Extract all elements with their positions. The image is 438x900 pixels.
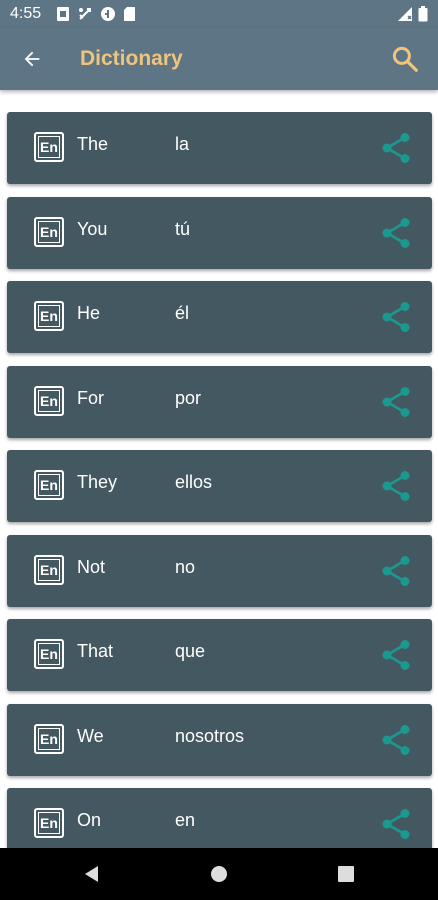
list-item[interactable]: En That que (7, 619, 432, 691)
share-icon[interactable] (378, 806, 414, 842)
share-icon[interactable] (378, 468, 414, 504)
language-badge-icon: En (34, 639, 64, 669)
signal-icon (398, 7, 412, 21)
list-item[interactable]: En We nosotros (7, 703, 432, 776)
language-badge-label: En (38, 389, 60, 412)
translation-label: la (175, 134, 190, 154)
word-label: We (77, 725, 104, 746)
status-notification-icons (56, 6, 136, 22)
share-icon[interactable] (378, 299, 414, 335)
word-list[interactable]: En The la En You tú En He él En For por En They ellos E… (0, 112, 438, 848)
list-item[interactable]: En The la (7, 112, 432, 184)
language-badge-label: En (38, 305, 60, 327)
translation-label: tú (175, 218, 191, 239)
word-label: You (77, 218, 108, 239)
search-button[interactable] (386, 40, 424, 78)
language-badge-icon: En (34, 216, 64, 247)
share-icon[interactable] (378, 553, 414, 589)
status-bar: 4:55 (0, 0, 438, 28)
recents-square-icon[interactable] (334, 862, 358, 886)
translation-label: él (175, 303, 190, 323)
list-item[interactable]: En On en (7, 788, 432, 848)
share-icon[interactable] (378, 722, 414, 758)
data-saver-icon (101, 7, 115, 21)
word-label: That (77, 641, 114, 661)
language-badge-label: En (38, 136, 60, 158)
list-item[interactable]: En You tú (7, 196, 432, 269)
language-badge-label: En (38, 474, 60, 496)
search-icon (392, 46, 418, 72)
home-circle-icon[interactable] (207, 862, 231, 886)
sim-card-icon (57, 7, 69, 21)
list-item[interactable]: En Not no (7, 534, 432, 607)
language-badge-label: En (38, 220, 60, 243)
status-system-icons (397, 6, 428, 22)
translation-label: ellos (175, 472, 213, 492)
battery-icon (418, 6, 428, 22)
translation-label: por (175, 387, 202, 408)
word-label: Not (77, 556, 106, 577)
list-item[interactable]: En For por (7, 365, 432, 438)
list-item[interactable]: En They ellos (7, 450, 432, 522)
language-badge-icon: En (34, 723, 64, 754)
system-nav-bar (0, 848, 438, 900)
word-label: The (77, 134, 109, 154)
word-label: For (77, 387, 104, 408)
sd-card-icon (124, 7, 135, 21)
language-badge-label: En (38, 727, 60, 750)
share-icon[interactable] (378, 215, 414, 251)
share-icon[interactable] (378, 130, 414, 166)
language-badge-icon: En (34, 132, 64, 162)
language-badge-icon: En (34, 554, 64, 585)
status-time: 4:55 (10, 5, 42, 22)
share-icon[interactable] (378, 637, 414, 673)
usb-debug-icon (79, 8, 91, 20)
word-label: They (77, 472, 118, 492)
app-bar: Dictionary (0, 28, 438, 90)
share-icon[interactable] (378, 384, 414, 420)
translation-label: nosotros (175, 725, 245, 746)
language-badge-label: En (38, 558, 60, 581)
word-label: On (77, 810, 102, 830)
language-badge-icon: En (34, 808, 64, 838)
language-badge-icon: En (34, 470, 64, 500)
page-title: Dictionary (80, 47, 183, 70)
translation-label: no (175, 556, 196, 577)
translation-label: en (175, 810, 196, 830)
back-button[interactable] (14, 41, 50, 77)
language-badge-label: En (38, 812, 60, 834)
language-badge-label: En (38, 643, 60, 665)
word-label: He (77, 303, 101, 323)
arrow-back-icon (24, 51, 40, 67)
language-badge-icon: En (34, 385, 64, 416)
list-item[interactable]: En He él (7, 281, 432, 353)
language-badge-icon: En (34, 301, 64, 331)
dictionary-screen: 4:55 Dictionary En The la En You tú En H… (0, 0, 438, 900)
translation-label: que (175, 641, 206, 661)
back-triangle-icon[interactable] (80, 862, 104, 886)
